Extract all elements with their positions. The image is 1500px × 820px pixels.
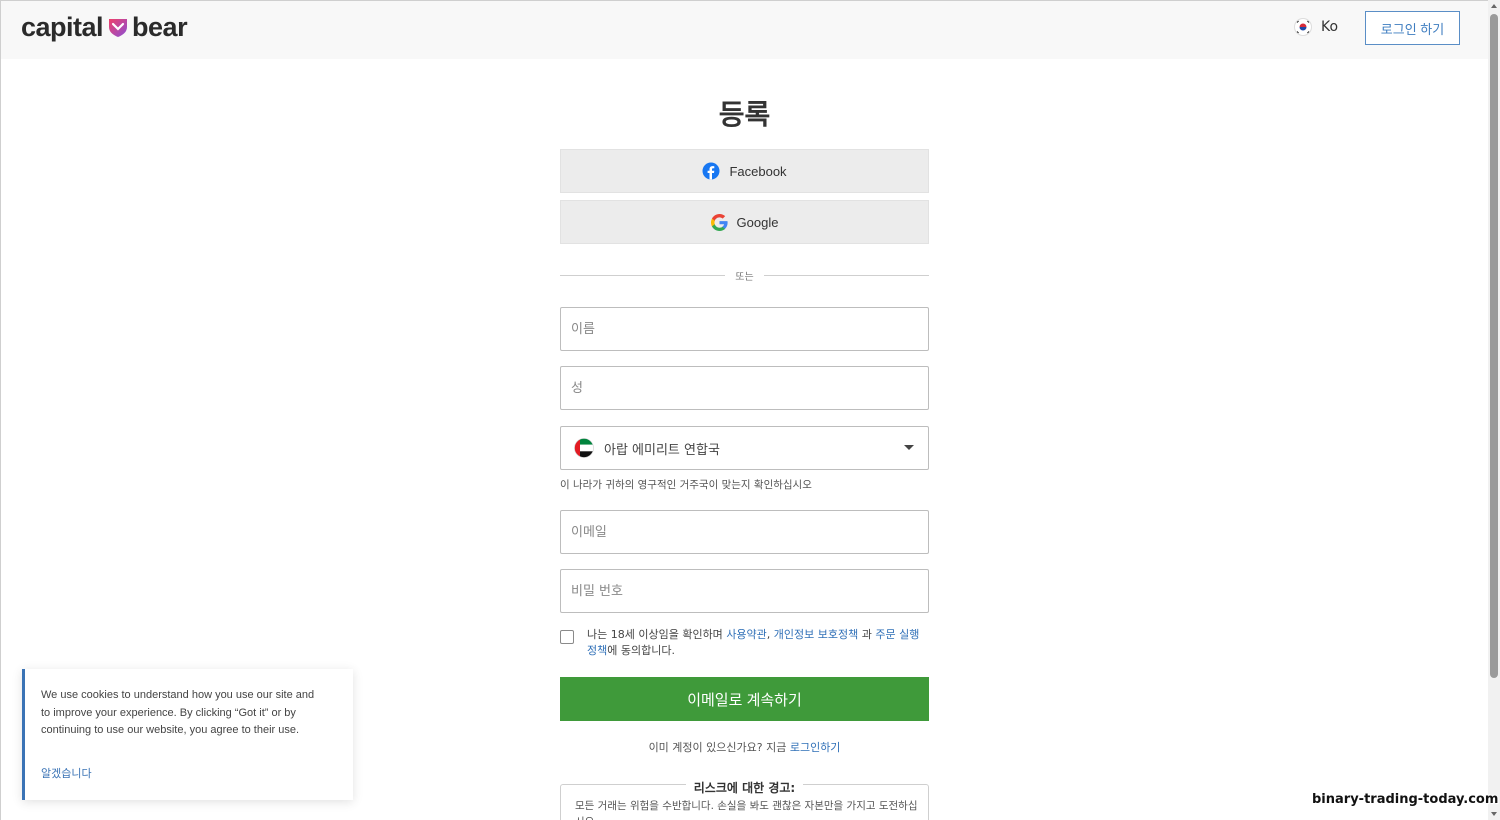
consent-comma: , (766, 628, 774, 641)
continue-with-email-button[interactable]: 이메일로 계속하기 (560, 677, 929, 721)
consent-suffix: 에 동의합니다. (607, 644, 675, 657)
facebook-icon (702, 162, 720, 180)
privacy-policy-link[interactable]: 개인정보 보호정책 (774, 628, 858, 641)
have-account-text: 이미 계정이 있으신가요? 지금 로그인하기 (560, 739, 929, 755)
risk-warning-text: 모든 거래는 위험을 수반합니다. 손실을 봐도 괜찮은 자본만을 가지고 도전… (575, 800, 918, 820)
login-link[interactable]: 로그인하기 (790, 741, 841, 754)
google-icon (710, 213, 728, 231)
scrollbar[interactable] (1488, 0, 1500, 820)
facebook-signup-button[interactable]: Facebook (560, 149, 929, 193)
risk-warning-box: 리스크에 대한 경고: 모든 거래는 위험을 수반합니다. 손실을 봐도 괜찮은… (560, 781, 929, 820)
chevron-down-icon (904, 445, 914, 450)
google-signup-button[interactable]: Google (560, 200, 929, 244)
facebook-label: Facebook (729, 163, 787, 179)
cookie-accept-button[interactable]: 알겠습니다 (41, 765, 92, 781)
country-selected-value: 아랍 에미리트 연합국 (604, 442, 720, 458)
login-button[interactable]: 로그인 하기 (1365, 11, 1460, 45)
logo-text-capital: capital (21, 11, 104, 42)
first-name-field[interactable] (560, 307, 929, 351)
page-title: 등록 (718, 98, 771, 131)
risk-warning-title-wrap: 리스크에 대한 경고: (561, 777, 928, 796)
heart-logo-icon (109, 19, 128, 37)
risk-warning-title: 리스크에 대한 경고: (685, 781, 804, 795)
south-korea-flag-icon (1294, 18, 1312, 36)
cookie-banner: We use cookies to understand how you use… (22, 669, 353, 800)
password-input[interactable] (561, 570, 928, 612)
logo[interactable]: capital bear (21, 11, 188, 43)
header: capital bear Ko 로그인 하기 (1, 1, 1488, 59)
password-field[interactable] (560, 569, 929, 613)
scroll-thumb[interactable] (1490, 14, 1498, 678)
email-field[interactable] (560, 510, 929, 554)
language-selector[interactable]: Ko (1294, 18, 1338, 36)
language-label: Ko (1321, 19, 1339, 35)
terms-link[interactable]: 사용약관 (726, 628, 766, 641)
consent-text: 나는 18세 이상임을 확인하며 사용약관, 개인정보 보호정책 과 주문 실행… (587, 627, 922, 659)
last-name-field[interactable] (560, 366, 929, 410)
country-select[interactable]: 아랍 에미리트 연합국 (560, 426, 929, 470)
watermark: binary-trading-today.com (1312, 792, 1499, 807)
or-divider: 또는 (560, 267, 929, 283)
divider-line-right (764, 275, 929, 276)
have-account-prefix: 이미 계정이 있으신가요? 지금 (648, 741, 790, 754)
first-name-input[interactable] (561, 308, 928, 350)
google-label: Google (736, 214, 779, 230)
consent-and: 과 (858, 628, 876, 641)
cookie-text: We use cookies to understand how you use… (41, 689, 315, 736)
scroll-down-arrow-icon[interactable] (1491, 812, 1497, 816)
country-hint: 이 나라가 귀하의 영구적인 거주국이 맞는지 확인하십시오 (560, 479, 812, 491)
scroll-up-arrow-icon[interactable] (1491, 4, 1497, 8)
last-name-input[interactable] (561, 367, 928, 409)
page: capital bear Ko 로그인 하기 등록 Facebook Googl… (0, 0, 1488, 820)
consent-checkbox[interactable] (560, 630, 574, 644)
uae-flag-icon (574, 438, 594, 458)
email-input[interactable] (561, 511, 928, 553)
consent-prefix: 나는 18세 이상임을 확인하며 (587, 628, 727, 641)
logo-text-bear: bear (132, 11, 188, 42)
